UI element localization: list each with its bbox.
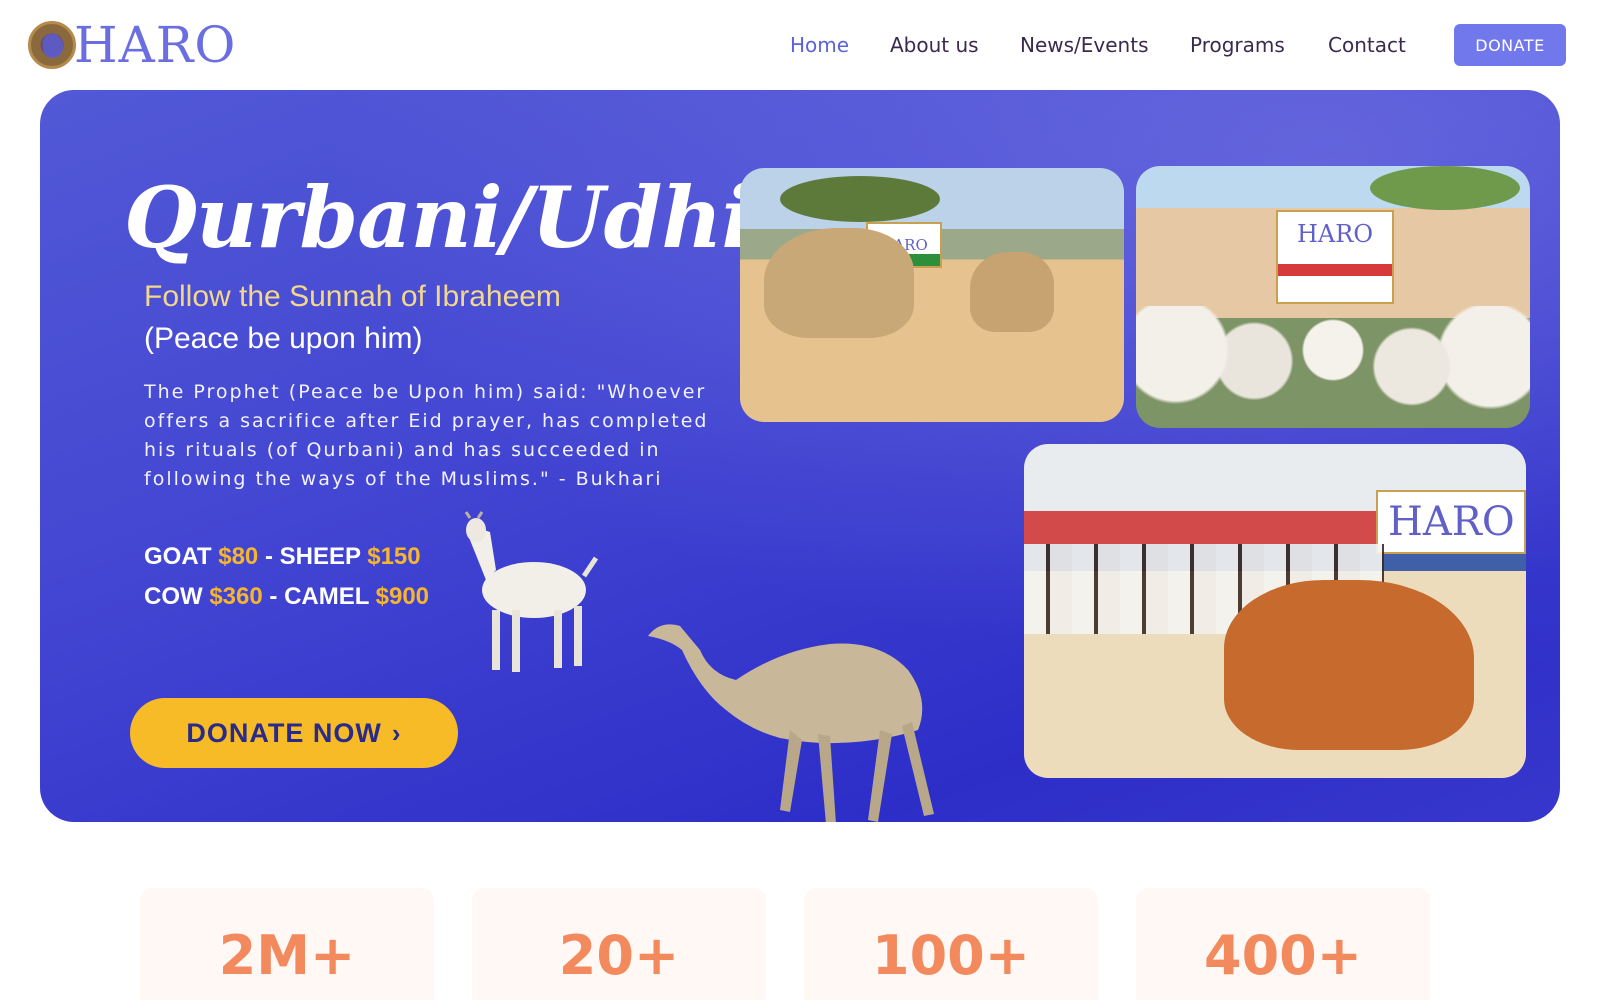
sheep-flock: [1136, 306, 1530, 416]
sign-strip: [1278, 264, 1392, 276]
donate-now-button[interactable]: DONATE NOW ›: [130, 698, 458, 768]
sheep-label: SHEEP: [279, 543, 361, 570]
stat-card: 2M+: [140, 888, 434, 1000]
cow-label: COW: [144, 583, 203, 610]
stat-value: 2M+: [218, 924, 356, 987]
sheep-photo: HARO: [1136, 166, 1530, 428]
stat-value: 100+: [872, 924, 1030, 987]
hero-subtitle-honorific: (Peace be upon him): [144, 322, 423, 355]
donate-now-label: DONATE NOW: [186, 717, 382, 748]
site-header: HARO Home About us News/Events Programs …: [0, 0, 1600, 90]
goat-label: GOAT: [144, 543, 212, 570]
cow-price: $360: [209, 583, 263, 610]
price-separator: -: [264, 543, 273, 570]
nav-home[interactable]: Home: [790, 30, 849, 60]
hero-subtitle: Follow the Sunnah of Ibraheem: [144, 280, 561, 313]
hadith-quote: The Prophet (Peace be Upon him) said: "W…: [144, 381, 709, 490]
nav-contact[interactable]: Contact: [1328, 30, 1406, 60]
haro-logo[interactable]: HARO: [28, 20, 236, 70]
tree-shape: [1370, 166, 1520, 210]
program-sign: HARO: [1376, 490, 1526, 554]
camel-label: CAMEL: [284, 583, 369, 610]
header-donate-button[interactable]: DONATE: [1454, 24, 1566, 66]
camels-photo: HARO: [740, 168, 1124, 422]
nav-news-events[interactable]: News/Events: [1020, 30, 1149, 60]
logo-emblem-icon: [28, 21, 76, 69]
sheep-price: $150: [367, 543, 421, 570]
stat-value: 20+: [558, 924, 680, 987]
volunteers-cow-photo: HARO: [1024, 444, 1526, 778]
price-row-cow-camel: COW $360 - CAMEL $900: [144, 583, 429, 611]
logo-text: HARO: [74, 16, 237, 74]
stat-value: 400+: [1204, 924, 1362, 987]
tree-shape: [780, 176, 940, 222]
camel-illustration: [648, 624, 934, 822]
sign-text: HARO: [1296, 220, 1373, 248]
stat-card: 20+: [472, 888, 766, 1000]
goat-price: $80: [218, 543, 259, 570]
nav-about-us[interactable]: About us: [890, 30, 979, 60]
program-sign: HARO: [1276, 210, 1394, 304]
camel-shape: [970, 252, 1054, 332]
chevron-right-icon: ›: [391, 717, 402, 748]
stat-card: 400+: [1136, 888, 1430, 1000]
sign-text: HARO: [1388, 499, 1515, 545]
main-nav: Home About us News/Events Programs Conta…: [600, 30, 1600, 60]
price-separator: -: [269, 583, 278, 610]
camel-price: $900: [375, 583, 430, 610]
nav-programs[interactable]: Programs: [1190, 30, 1285, 60]
hero-banner: Qurbani/Udhiya Follow the Sunnah of Ibra…: [40, 90, 1560, 822]
goat-illustration: [464, 511, 599, 672]
price-row-goat-sheep: GOAT $80 - SHEEP $150: [144, 543, 421, 571]
camel-shape: [764, 228, 914, 338]
cow-shape: [1224, 580, 1474, 750]
stat-card: 100+: [804, 888, 1098, 1000]
